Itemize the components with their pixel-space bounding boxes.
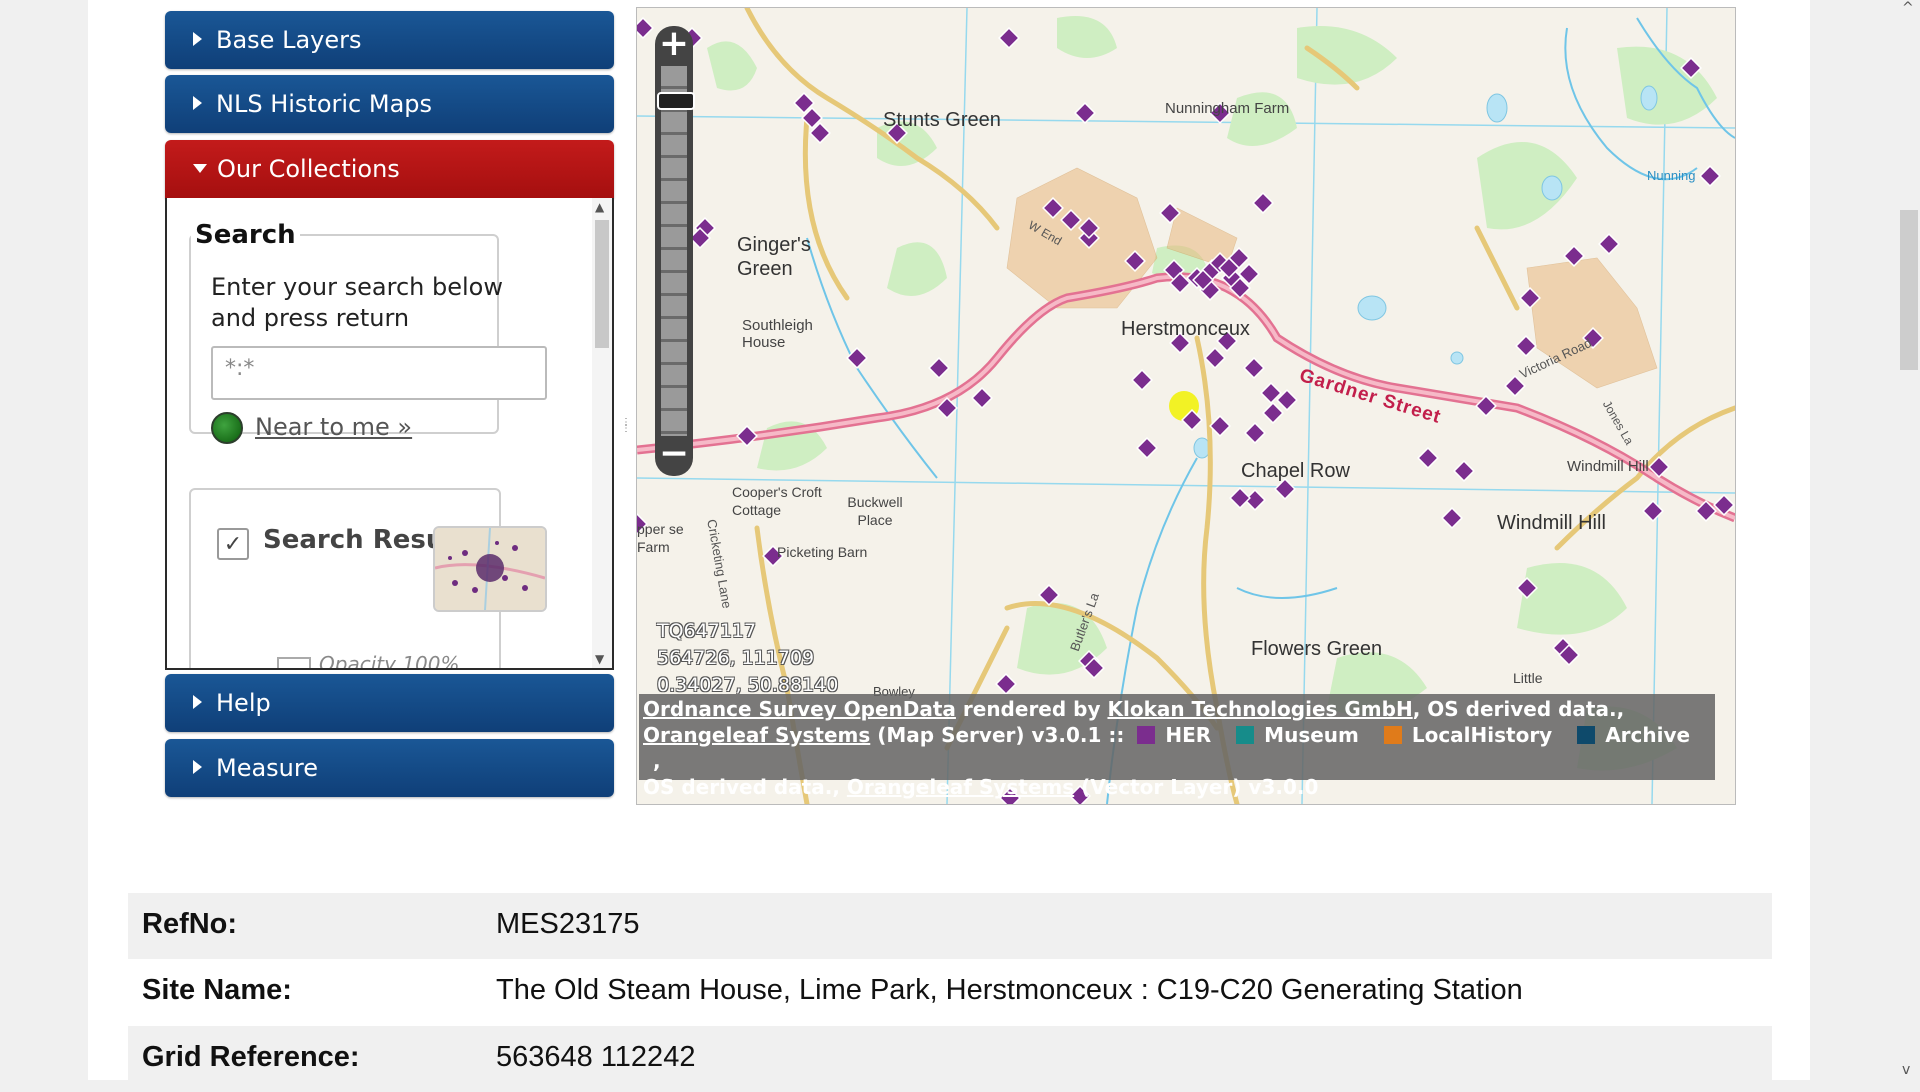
map-label-stunts-green: Stunts Green xyxy=(883,109,1001,131)
slider-icon xyxy=(277,656,311,668)
scroll-up-icon[interactable]: ▲ xyxy=(595,200,604,214)
map-viewer[interactable]: Stunts Green Ginger's Green Southleigh H… xyxy=(636,7,1736,805)
caret-right-icon xyxy=(193,695,202,709)
map-attribution: Ordnance Survey OpenData rendered by Klo… xyxy=(639,694,1715,799)
near-to-me-link[interactable]: Near to me » xyxy=(255,413,412,441)
orangeleaf-vector-link[interactable]: Orangeleaf Systems xyxy=(847,775,1074,799)
accordion-nls-historic-maps[interactable]: NLS Historic Maps xyxy=(165,75,614,133)
page-scroll-down-icon[interactable]: v xyxy=(1902,1062,1910,1078)
detail-value: The Old Steam House, Lime Park, Herstmon… xyxy=(496,974,1523,1006)
detail-key: RefNo: xyxy=(142,908,238,940)
zoom-control[interactable]: + − xyxy=(655,26,695,476)
caret-right-icon xyxy=(193,760,202,774)
map-label-windmill-hill-small: Windmill Hill xyxy=(1567,458,1649,475)
detail-row-refno: RefNo: MES23175 xyxy=(128,893,1772,959)
page-scroll-thumb[interactable] xyxy=(1900,210,1918,370)
legend-swatch-localhistory xyxy=(1383,726,1402,744)
caret-right-icon xyxy=(193,96,202,110)
scroll-thumb[interactable] xyxy=(595,220,609,348)
map-label-buckwell: Buckwell Place xyxy=(847,494,903,528)
legend-swatch-archive xyxy=(1577,726,1596,744)
opacity-text: Opacity 100% xyxy=(319,652,460,670)
checkmark-icon: ✓ xyxy=(223,531,243,556)
accordion-base-layers[interactable]: Base Layers xyxy=(165,11,614,69)
zoom-slider-handle[interactable] xyxy=(657,92,695,110)
layer-thumbnail-image xyxy=(435,528,545,610)
accordion-label: Our Collections xyxy=(217,155,400,183)
opacity-label: Opacity 100% xyxy=(277,652,460,670)
map-label-herstmonceux: Herstmonceux xyxy=(1121,318,1250,340)
panel-splitter-handle[interactable]: ⋮ ⋮ xyxy=(621,418,631,444)
legend-label-localhistory: LocalHistory xyxy=(1411,723,1553,747)
attrib-text: , OS derived data., xyxy=(1412,697,1625,721)
zoom-out-button[interactable]: − xyxy=(655,436,693,474)
orangeleaf-link[interactable]: Orangeleaf Systems xyxy=(643,723,870,747)
legend-label-her: HER xyxy=(1165,723,1212,747)
klokan-link[interactable]: Klokan Technologies GmbH xyxy=(1107,697,1412,721)
globe-icon xyxy=(211,412,243,444)
accordion-help[interactable]: Help xyxy=(165,674,614,732)
map-label-upper-farm: pper se Farm xyxy=(637,521,684,555)
legend-label-museum: Museum xyxy=(1264,723,1359,747)
search-fieldset xyxy=(189,234,499,434)
page-scroll-up-icon[interactable]: ^ xyxy=(1902,0,1914,16)
map-label-southleigh: Southleigh House xyxy=(742,317,813,351)
page-scrollbar[interactable]: ^ v xyxy=(1896,0,1920,1080)
legend-swatch-museum xyxy=(1236,726,1255,744)
collections-panel: Search Enter your search below and press… xyxy=(165,198,614,670)
map-label-nunningham: Nunningham Farm xyxy=(1165,100,1290,117)
caret-down-icon xyxy=(193,163,207,173)
detail-row-grid-reference: Grid Reference: 563648 112242 xyxy=(128,1026,1772,1092)
search-input[interactable]: *:* xyxy=(211,346,547,400)
map-label-chapel-row: Chapel Row xyxy=(1241,460,1350,482)
os-opendata-link[interactable]: Ordnance Survey OpenData xyxy=(643,697,956,721)
attrib-text: (Map Server) v3.0.1 :: xyxy=(877,723,1125,747)
attrib-comma: , xyxy=(653,749,661,773)
accordion-label: NLS Historic Maps xyxy=(216,90,433,118)
zoom-in-button[interactable]: + xyxy=(655,26,693,64)
map-label-windmill-hill: Windmill Hill xyxy=(1497,512,1606,534)
detail-row-site-name: Site Name: The Old Steam House, Lime Par… xyxy=(128,959,1772,1025)
detail-value: MES23175 xyxy=(496,908,640,940)
map-label-picketing-barn: Picketing Barn xyxy=(777,544,868,560)
accordion-measure[interactable]: Measure xyxy=(165,739,614,797)
coordinate-readout: TQ647117 564726, 111709 0.34027, 50.8814… xyxy=(657,618,838,699)
easting-northing-readout: 564726, 111709 xyxy=(657,647,815,669)
detail-value: 563648 112242 xyxy=(496,1041,696,1073)
map-label-flowers-green: Flowers Green xyxy=(1251,638,1383,660)
grid-ref-readout: TQ647117 xyxy=(657,620,757,642)
layer-thumbnail[interactable] xyxy=(433,526,547,612)
near-to-me[interactable]: Near to me » xyxy=(211,412,412,444)
search-hint: Enter your search below and press return xyxy=(211,273,503,332)
attrib-text: rendered by xyxy=(962,697,1101,721)
legend-swatch-her xyxy=(1137,726,1156,744)
attrib-text: OS derived data., xyxy=(643,775,840,799)
search-legend: Search xyxy=(191,220,300,250)
scroll-down-icon[interactable]: ▼ xyxy=(595,652,604,666)
map-label-gingers-green: Ginger's Green xyxy=(737,234,811,280)
detail-key: Grid Reference: xyxy=(142,1041,360,1073)
map-label-nunning: Nunning xyxy=(1647,168,1696,183)
attrib-text: (Vector Layer) v3.0.0 xyxy=(1081,775,1319,799)
accordion-our-collections[interactable]: Our Collections xyxy=(165,140,614,198)
accordion-label: Measure xyxy=(216,754,318,782)
zoom-slider-track[interactable] xyxy=(661,66,687,436)
caret-right-icon xyxy=(193,32,202,46)
search-results-checkbox[interactable]: ✓ xyxy=(217,528,249,560)
accordion-label: Base Layers xyxy=(216,26,362,54)
detail-key: Site Name: xyxy=(142,974,292,1006)
panel-scrollbar[interactable]: ▲ ▼ xyxy=(592,198,612,668)
legend-label-archive: Archive xyxy=(1605,723,1691,747)
map-label-coopers-croft: Cooper's Croft Cottage xyxy=(732,484,822,518)
map-label-little: Little xyxy=(1513,670,1543,686)
accordion-label: Help xyxy=(216,689,271,717)
